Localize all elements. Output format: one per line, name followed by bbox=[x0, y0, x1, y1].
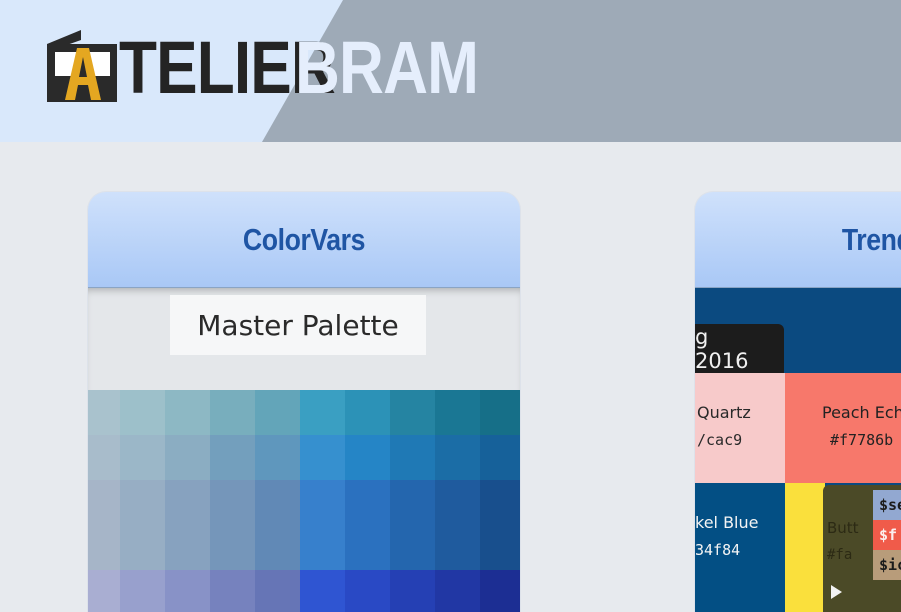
palette-swatch[interactable] bbox=[480, 435, 520, 480]
palette-swatch[interactable] bbox=[480, 570, 520, 612]
code-line: $f bbox=[873, 520, 901, 550]
play-icon[interactable] bbox=[831, 585, 842, 599]
palette-swatch[interactable] bbox=[210, 390, 255, 435]
swatch-hex: #f7786b bbox=[830, 431, 894, 449]
palette-swatch[interactable] bbox=[120, 480, 165, 570]
palette-swatch[interactable] bbox=[210, 570, 255, 612]
swatch-hex: 34f84 bbox=[695, 541, 741, 559]
palette-swatch[interactable] bbox=[345, 570, 390, 612]
color-palette-grid bbox=[88, 390, 520, 612]
logo-word-light: BRAM bbox=[295, 26, 479, 109]
colorvars-card-header: ColorVars bbox=[88, 192, 520, 288]
colorvars-card-title[interactable]: ColorVars bbox=[243, 222, 366, 258]
code-line: $ic bbox=[873, 550, 901, 580]
palette-swatch[interactable] bbox=[88, 435, 120, 480]
swatch-quartz: Quartz /cac9 bbox=[695, 373, 785, 483]
colorvars-card[interactable]: ColorVars Master Palette bbox=[88, 192, 520, 612]
palette-swatch[interactable] bbox=[435, 435, 480, 480]
code-preview-panel: Butt #fa $se $f $ic bbox=[823, 485, 901, 612]
palette-swatch[interactable] bbox=[120, 390, 165, 435]
palette-swatch[interactable] bbox=[480, 390, 520, 435]
trends-preview: g 2016 Quartz /cac9 Peach Echo #f7786b k… bbox=[695, 288, 901, 612]
palette-swatch[interactable] bbox=[300, 480, 345, 570]
palette-swatch[interactable] bbox=[435, 570, 480, 612]
code-panel-label: Butt bbox=[827, 519, 859, 537]
palette-swatch[interactable] bbox=[390, 390, 435, 435]
palette-swatch[interactable] bbox=[390, 480, 435, 570]
trends-card[interactable]: Trends g 2016 Quartz /cac9 Peach Echo #f… bbox=[695, 192, 901, 612]
palette-swatch[interactable] bbox=[88, 570, 120, 612]
logo-a-icon bbox=[47, 30, 117, 102]
palette-swatch[interactable] bbox=[345, 435, 390, 480]
palette-swatch[interactable] bbox=[300, 390, 345, 435]
trends-card-title[interactable]: Trends bbox=[842, 222, 901, 258]
swatch-name: Quartz bbox=[697, 403, 751, 422]
palette-swatch[interactable] bbox=[435, 390, 480, 435]
swatch-snorkel-blue: kel Blue 34f84 bbox=[695, 483, 785, 612]
palette-swatch[interactable] bbox=[88, 390, 120, 435]
palette-swatch[interactable] bbox=[88, 480, 120, 570]
palette-swatch[interactable] bbox=[120, 435, 165, 480]
palette-swatch[interactable] bbox=[255, 570, 300, 612]
swatch-name: Peach Echo bbox=[822, 403, 901, 422]
swatch-yellow bbox=[785, 483, 825, 612]
master-palette-label: Master Palette bbox=[170, 295, 426, 355]
palette-swatch[interactable] bbox=[120, 570, 165, 612]
palette-swatch[interactable] bbox=[165, 480, 210, 570]
palette-swatch[interactable] bbox=[345, 390, 390, 435]
code-panel-hex: #fa bbox=[827, 547, 853, 563]
swatch-hex: /cac9 bbox=[697, 431, 743, 449]
palette-swatch[interactable] bbox=[165, 435, 210, 480]
palette-swatch[interactable] bbox=[435, 480, 480, 570]
trend-year-tab[interactable]: g 2016 bbox=[695, 324, 784, 373]
palette-swatch[interactable] bbox=[255, 435, 300, 480]
palette-swatch[interactable] bbox=[300, 570, 345, 612]
site-header: TELIER BRAM bbox=[0, 0, 901, 142]
palette-swatch[interactable] bbox=[390, 570, 435, 612]
palette-swatch[interactable] bbox=[210, 480, 255, 570]
palette-swatch[interactable] bbox=[345, 480, 390, 570]
code-line: $se bbox=[873, 490, 901, 520]
palette-swatch[interactable] bbox=[255, 390, 300, 435]
master-palette-area: Master Palette bbox=[88, 288, 520, 390]
swatch-peach-echo: Peach Echo #f7786b bbox=[785, 373, 901, 483]
palette-swatch[interactable] bbox=[480, 480, 520, 570]
palette-swatch[interactable] bbox=[210, 435, 255, 480]
swatch-name: kel Blue bbox=[695, 513, 759, 532]
palette-swatch[interactable] bbox=[255, 480, 300, 570]
palette-swatch[interactable] bbox=[165, 570, 210, 612]
palette-swatch[interactable] bbox=[165, 390, 210, 435]
trends-card-header: Trends bbox=[695, 192, 901, 288]
palette-swatch[interactable] bbox=[300, 435, 345, 480]
palette-swatch[interactable] bbox=[390, 435, 435, 480]
